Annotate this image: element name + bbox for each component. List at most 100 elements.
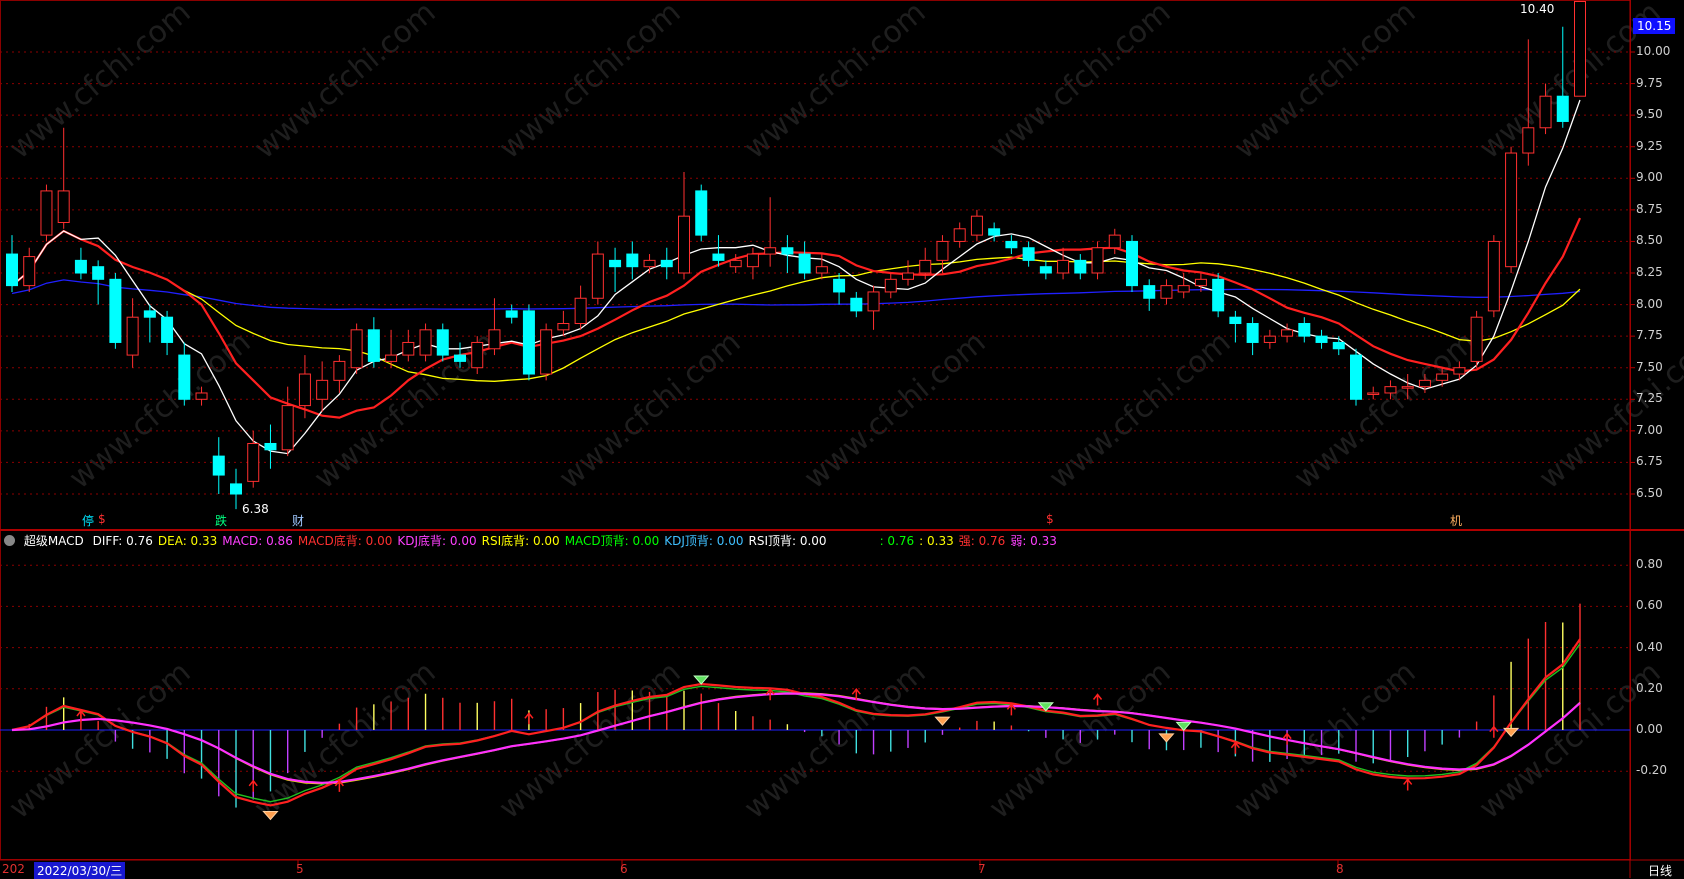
- candle-down: [143, 310, 156, 318]
- indicator-stat: : 0.76: [879, 534, 915, 548]
- candle-up: [678, 215, 690, 274]
- candle-down: [988, 228, 1001, 236]
- price-axis-label: 6.75: [1636, 454, 1663, 469]
- candle-up: [902, 272, 914, 280]
- collapse-icon[interactable]: [4, 535, 15, 546]
- signal-label: 机: [1450, 514, 1463, 528]
- candle-down: [522, 310, 535, 375]
- candle-up: [746, 253, 759, 268]
- candle-down: [367, 329, 380, 362]
- candle-down: [798, 253, 811, 274]
- price-axis-label: 9.00: [1636, 170, 1663, 185]
- watermark-text: www.cfchi.com: [493, 655, 688, 826]
- candle-down: [6, 253, 18, 287]
- date-prefix: 202: [2, 862, 25, 876]
- watermark-text: www.cfchi.com: [738, 655, 933, 826]
- candle-up: [1436, 373, 1449, 381]
- candle-down: [1074, 259, 1087, 274]
- candle-up: [1539, 95, 1552, 129]
- candle-down: [1126, 240, 1138, 287]
- up-arrow-icon: [1489, 725, 1499, 738]
- indicator-stat: MACD: 0.86: [222, 534, 293, 548]
- period-label[interactable]: 日线: [1648, 862, 1672, 879]
- candle-up: [1384, 386, 1397, 394]
- candle-up: [540, 329, 553, 375]
- candle-up: [40, 190, 53, 236]
- candle-up: [591, 253, 604, 299]
- watermark-text: www.cfchi.com: [798, 325, 993, 496]
- candle-up: [1057, 259, 1070, 274]
- candle-down: [1315, 335, 1328, 343]
- watermark-text: www.cfchi.com: [3, 0, 198, 166]
- price-axis-label: 9.50: [1636, 107, 1663, 122]
- candle-down: [833, 278, 846, 293]
- candle-up: [195, 392, 208, 400]
- candle-down: [1022, 247, 1035, 261]
- high-price-marker: 10.40: [1520, 2, 1555, 16]
- candle-up: [557, 323, 570, 331]
- diamond-icon: [1502, 727, 1520, 738]
- chart-canvas: www.cfchi.com www.cfchi.com www.cfchi.com w…: [0, 0, 1684, 878]
- candle-up: [936, 240, 949, 261]
- candle-down: [1005, 240, 1018, 249]
- candle-up: [316, 379, 329, 400]
- diamond-icon: [693, 675, 710, 685]
- candle-up: [57, 190, 70, 223]
- candle-down: [178, 354, 191, 400]
- watermark-text: www.cfchi.com: [553, 325, 748, 496]
- watermark-text: www.cfchi.com: [1228, 655, 1423, 826]
- candle-down: [1350, 354, 1362, 400]
- price-axis-label: 7.25: [1636, 391, 1663, 406]
- candle-down: [781, 247, 794, 255]
- candle-down: [436, 329, 449, 356]
- candle-up: [1470, 316, 1483, 362]
- candle-up: [471, 341, 484, 369]
- candle-up: [815, 266, 828, 274]
- candle-up: [1401, 386, 1414, 389]
- watermark-text: www.cfchi.com: [738, 0, 933, 166]
- watermark-text: www.cfchi.com: [493, 0, 688, 166]
- watermark-text: www.cfchi.com: [1533, 325, 1684, 496]
- indicator-axis-label: 0.40: [1636, 639, 1663, 654]
- price-axis-label: 8.00: [1636, 296, 1663, 311]
- candle-down: [264, 442, 277, 451]
- indicator-stat: MACD底背: 0.00: [297, 534, 393, 548]
- candle-up: [1160, 285, 1173, 299]
- month-label-7: 7: [978, 862, 986, 876]
- indicator-stat: RSI顶背: 0.00: [748, 534, 827, 548]
- candle-up: [1367, 392, 1380, 395]
- indicator-name[interactable]: 超级MACD: [24, 534, 84, 548]
- candle-down: [1556, 95, 1569, 122]
- up-arrow-icon: [248, 779, 258, 792]
- signal-label: $: [98, 512, 106, 526]
- candle-up: [1453, 367, 1466, 375]
- candle-up: [350, 329, 363, 369]
- indicator-axis-label: 0.20: [1636, 680, 1663, 695]
- month-label-5: 5: [296, 862, 304, 876]
- up-arrow-icon: [524, 712, 534, 725]
- candle-down: [505, 310, 518, 318]
- candle-down: [1143, 285, 1156, 299]
- candle-down: [1039, 266, 1052, 274]
- candle-up: [643, 259, 656, 268]
- candle-down: [712, 253, 725, 261]
- candle-down: [92, 266, 105, 280]
- price-axis-label: 10.00: [1636, 44, 1671, 58]
- candle-down: [74, 259, 87, 274]
- candle-up: [281, 405, 294, 451]
- indicator-stat: 弱: 0.33: [1010, 534, 1057, 548]
- indicator-axis-label: -0.20: [1636, 763, 1668, 778]
- candle-down: [1212, 278, 1225, 312]
- candle-up: [953, 228, 966, 242]
- candle-down: [161, 316, 174, 343]
- candle-down: [109, 278, 122, 343]
- indicator-stat: KDJ底背: 0.00: [397, 534, 477, 548]
- diamond-icon: [934, 716, 951, 726]
- price-axis-label: 7.75: [1636, 328, 1663, 343]
- indicator-stats: DIFF: 0.76 DEA: 0.33 MACD: 0.86 MACD底背: 0.0…: [93, 534, 1062, 548]
- candle-up: [919, 259, 932, 274]
- price-axis-label: 9.75: [1636, 75, 1663, 90]
- price-axis-label: 7.50: [1636, 359, 1663, 374]
- indicator-axis-label: 0.80: [1636, 557, 1663, 572]
- month-label-6: 6: [620, 862, 628, 876]
